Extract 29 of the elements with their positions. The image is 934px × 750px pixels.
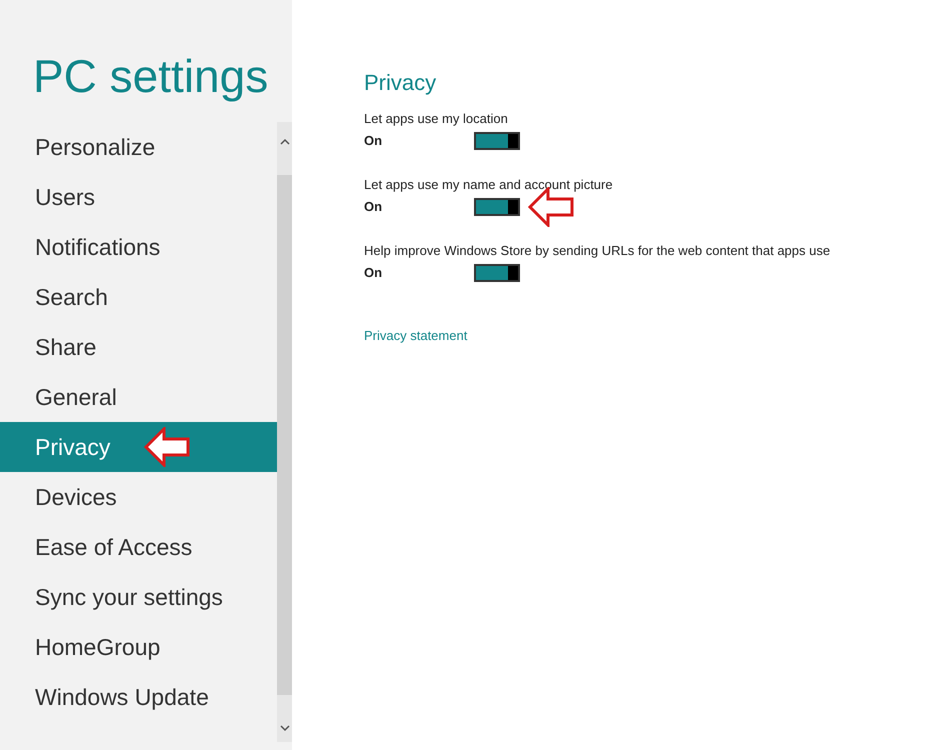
sidebar-item[interactable]: Share [0,322,277,372]
scroll-down-icon[interactable] [280,724,290,732]
privacy-statement-link[interactable]: Privacy statement [364,326,468,346]
section-heading: Privacy [364,69,438,97]
sidebar-item[interactable]: Search [0,272,277,322]
setting-label: Help improve Windows Store by sending URLs for the web content that apps use [364,242,830,260]
sidebar-item[interactable]: Users [0,172,277,222]
callout-arrow-icon [144,427,190,467]
sidebar-item[interactable]: Privacy [0,422,277,472]
scroll-thumb[interactable] [277,175,292,695]
sidebar-item[interactable]: Windows Update [0,672,277,722]
scroll-up-icon[interactable] [280,138,290,146]
sidebar-item[interactable]: General [0,372,277,422]
toggle-switch[interactable] [474,264,520,282]
app-title: PC settings [32,49,270,104]
sidebar-item[interactable]: Devices [0,472,277,522]
sidebar-item[interactable]: Sync your settings [0,572,277,622]
setting-label: Let apps use my location [364,110,509,128]
sidebar-item[interactable]: Personalize [0,122,277,172]
toggle-switch[interactable] [474,132,520,150]
sidebar-item[interactable]: HomeGroup [0,622,277,672]
sidebar-item[interactable]: Ease of Access [0,522,277,572]
toggle-state: On [364,198,384,216]
setting-label: Let apps use my name and account picture [364,176,614,194]
sidebar-item[interactable]: Notifications [0,222,277,272]
toggle-state: On [364,264,384,282]
toggle-switch[interactable] [474,198,520,216]
scrollbar[interactable] [277,122,292,742]
toggle-state: On [364,132,384,150]
